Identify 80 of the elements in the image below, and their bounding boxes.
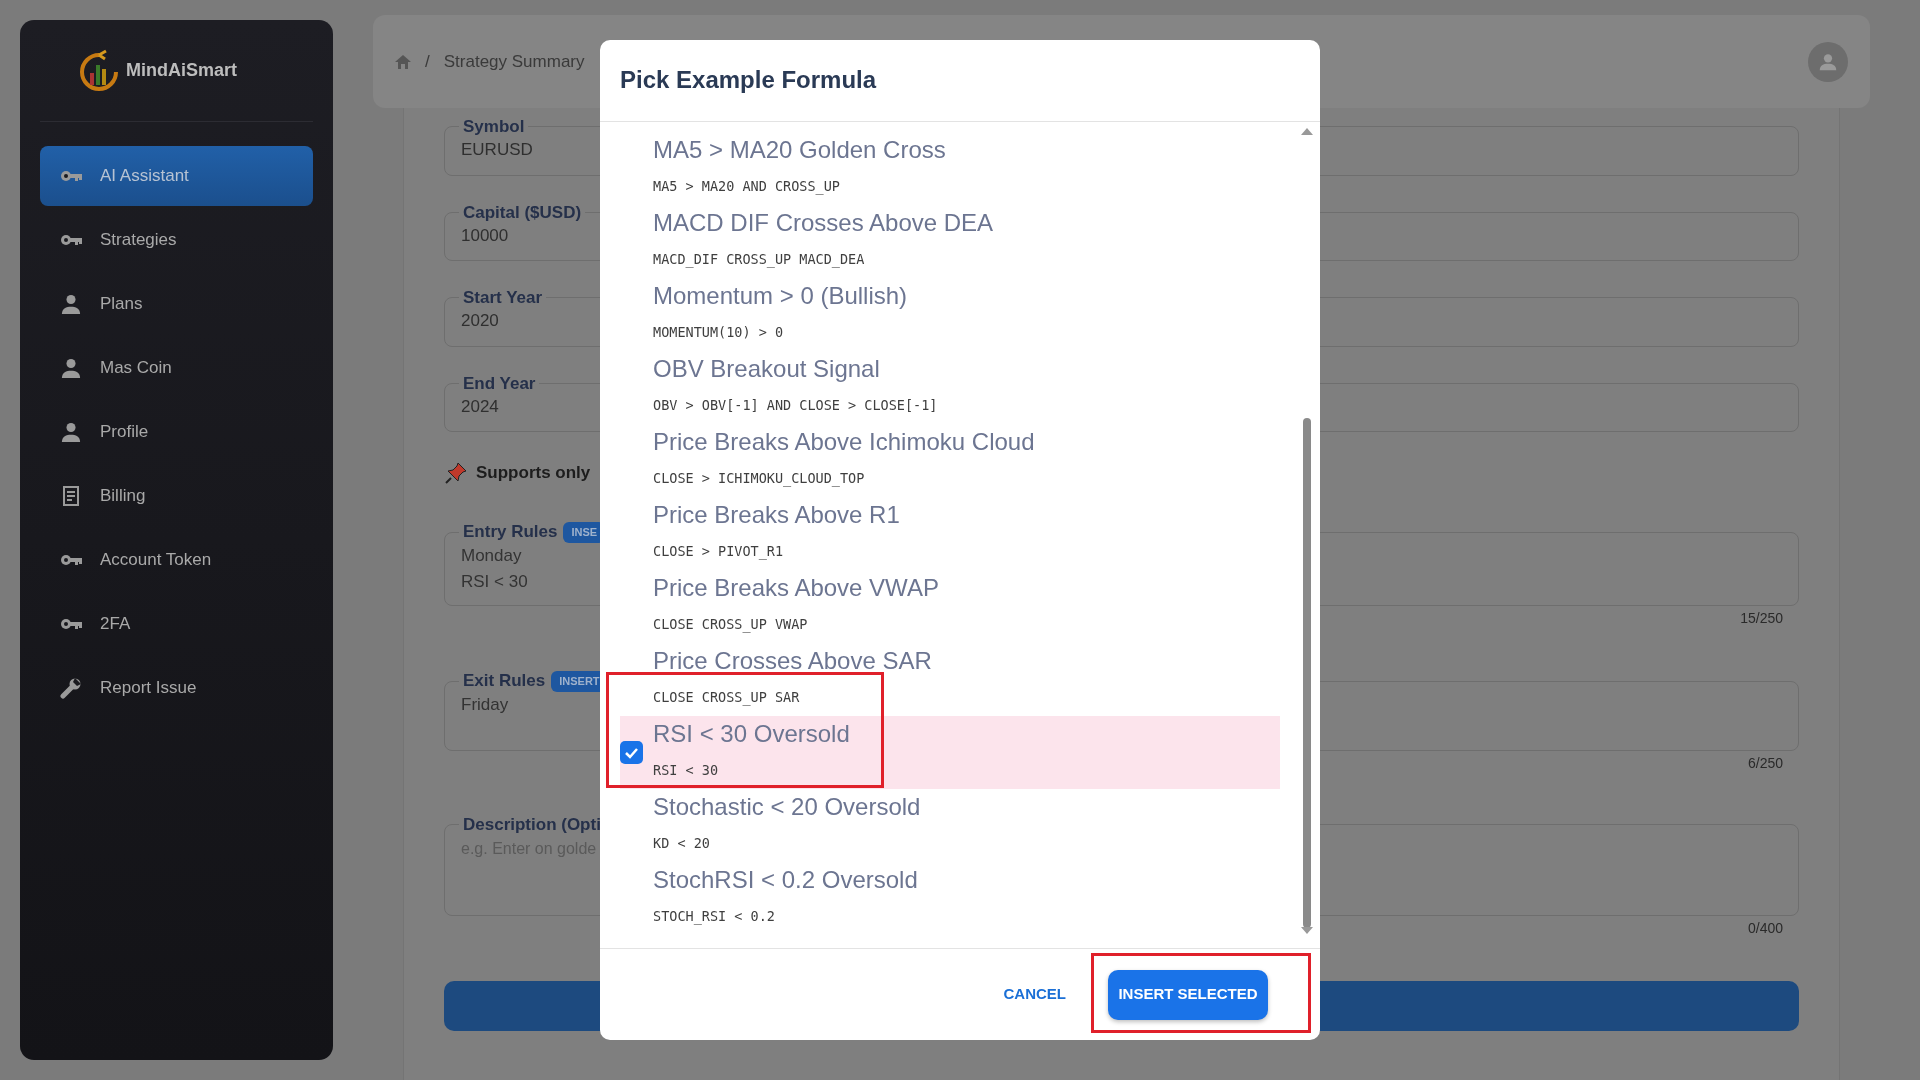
formula-code: CLOSE CROSS_UP VWAP [653,615,809,635]
formula-name: Stochastic < 20 Oversold [653,792,921,822]
sidebar-item[interactable]: Plans [40,274,313,334]
formula-option[interactable]: Momentum > 0 (Bullish) MOMENTUM(10) > 0 [620,278,1280,351]
dialog-title: Pick Example Formula [620,66,877,95]
key-icon [60,617,82,631]
receipt-icon [60,485,82,507]
field-label: Symbol [462,118,526,135]
pushpin-icon [444,460,468,485]
formula-name: Price Breaks Above R1 [653,500,900,530]
field-label: Entry Rules [463,521,558,541]
formula-name: Price Breaks Above VWAP [653,573,939,603]
person-icon [60,294,82,314]
formula-code: MACD_DIF CROSS_UP MACD_DEA [653,250,866,270]
char-counter: 15/250 [1740,609,1783,626]
formula-option[interactable]: Stochastic < 20 Oversold KD < 20 [620,789,1280,862]
avatar[interactable] [1808,41,1848,82]
formula-code: CLOSE CROSS_UP SAR [653,688,801,708]
formula-code: KD < 20 [653,834,711,853]
formula-code: CLOSE > ICHIMOKU_CLOUD_TOP [653,469,866,489]
formula-name: Price Crosses Above SAR [653,646,932,676]
formula-name: Price Breaks Above Ichimoku Cloud [653,427,1035,457]
formula-code: STOCH_RSI < 0.2 [653,907,776,927]
char-counter: 0/400 [1747,919,1783,936]
sidebar-item[interactable]: Mas Coin [40,338,313,398]
sidebar-item[interactable]: Account Token [40,530,313,590]
formula-option[interactable]: StochRSI < 0.2 Oversold STOCH_RSI < 0.2 [620,862,1280,935]
formula-option[interactable]: OBV Breakout Signal OBV > OBV[-1] AND CLOSE > CLOSE[-1] [620,351,1280,424]
key-icon [60,233,82,247]
rule-line: Monday [461,544,522,567]
formula-option[interactable]: RSI < 30 Oversold RSI < 30 [620,716,1280,789]
formula-name: OBV Breakout Signal [653,354,881,384]
formula-option[interactable]: Price Breaks Above R1 CLOSE > PIVOT_R1 [620,497,1280,570]
key-icon [60,169,82,183]
field-label: Capital ($USD) [462,203,583,221]
sidebar-item[interactable]: Strategies [40,210,313,270]
field-value: 10000 [461,224,509,247]
sidebar-item[interactable]: 2FA [40,594,313,654]
insert-selected-button[interactable]: INSERT SELECTED [1108,969,1268,1020]
formula-option[interactable]: MA5 > MA20 Golden Cross MA5 > MA20 AND CROSS_UP [620,132,1280,205]
sidebar-item[interactable]: Profile [40,402,313,462]
notice-text: Supports only [476,462,591,484]
logo-icon [78,48,120,93]
formula-code: RSI < 30 [653,761,720,780]
formula-option[interactable]: Price Breaks Above Ichimoku Cloud CLOSE > ICHIMOKU_CLOUD_TOP [620,424,1280,497]
formula-option[interactable]: Price Crosses Above SAR CLOSE CROSS_UP SAR [620,643,1280,716]
field-label: Exit Rules [463,670,546,690]
key-icon [60,553,82,567]
field-label: Start Year [462,289,544,306]
formula-code: MA5 > MA20 AND CROSS_UP [653,177,841,197]
breadcrumb-separator: / [425,50,430,73]
formula-option[interactable]: MACD DIF Crosses Above DEA MACD_DIF CROSS_UP MACD_DEA [620,205,1280,278]
formula-name: StochRSI < 0.2 Oversold [653,865,918,895]
field-value: 2024 [461,395,499,418]
cancel-button[interactable]: CANCEL [997,982,1072,1007]
formula-name: RSI < 30 Oversold [653,719,850,749]
formula-name: MACD DIF Crosses Above DEA [653,208,994,238]
field-label: End Year [462,374,537,392]
formula-name: MA5 > MA20 Golden Cross [653,135,946,165]
person-icon [60,358,82,378]
formula-option[interactable]: Price Breaks Above VWAP CLOSE CROSS_UP VWAP [620,570,1280,643]
rule-line: Friday [461,693,509,716]
formula-code: CLOSE > PIVOT_R1 [653,542,785,562]
field-value: 2020 [461,310,499,332]
formula-name: Momentum > 0 (Bullish) [653,281,908,311]
sidebar-item[interactable]: Report Issue [40,658,313,718]
brand-name: MindAiSmart [126,59,237,82]
formula-code: MOMENTUM(10) > 0 [653,323,785,342]
breadcrumb-current: Strategy Summary [443,50,585,73]
char-counter: 6/250 [1747,754,1783,771]
person-icon [60,422,82,442]
formula-code: OBV > OBV[-1] AND CLOSE > CLOSE[-1] [653,396,938,415]
sidebar-item[interactable]: Billing [40,466,313,526]
sidebar-item[interactable]: AI Assistant [40,146,313,206]
home-icon[interactable] [395,55,411,70]
rule-line: RSI < 30 [461,570,528,593]
field-label: Description (Opti [462,815,602,833]
field-value: EURUSD [461,139,533,161]
checkbox[interactable] [620,741,643,764]
wrench-icon [60,677,82,699]
